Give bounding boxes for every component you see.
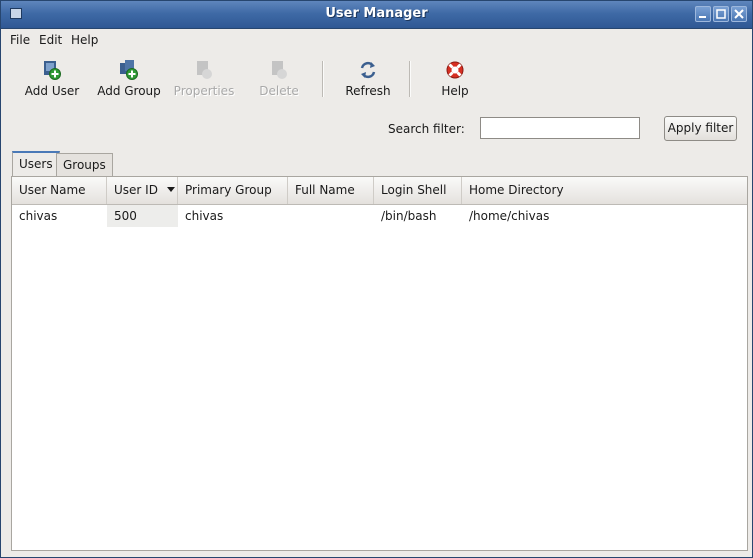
properties-label: Properties (173, 84, 235, 98)
toolbar: Add User Add Group Properties Delete Ref… (1, 53, 752, 103)
add-group-label: Add Group (97, 84, 161, 98)
table-row[interactable]: chivas 500 chivas /bin/bash /home/chivas (12, 205, 747, 227)
close-icon (734, 9, 744, 19)
user-manager-window: User Manager File Edit Help Add User Add… (0, 0, 753, 558)
apply-filter-button[interactable]: Apply filter (664, 116, 737, 141)
add-user-icon (44, 61, 61, 80)
help-button[interactable]: Help (429, 53, 481, 101)
delete-icon (272, 61, 287, 79)
properties-button[interactable]: Properties (171, 53, 237, 101)
menu-edit[interactable]: Edit (39, 33, 62, 47)
add-group-button[interactable]: Add Group (92, 53, 166, 101)
column-header-home-directory[interactable]: Home Directory (462, 177, 747, 204)
toolbar-separator (409, 61, 411, 97)
search-filter-input[interactable] (480, 117, 640, 139)
refresh-icon (360, 61, 376, 79)
toolbar-separator (322, 61, 324, 97)
column-header-full-name[interactable]: Full Name (288, 177, 374, 204)
add-user-label: Add User (24, 84, 80, 98)
maximize-button[interactable] (713, 6, 729, 22)
search-filter-label: Search filter: (388, 122, 465, 136)
menu-file[interactable]: File (10, 33, 30, 47)
cell-primary-group: chivas (185, 209, 224, 223)
cell-full-name (288, 205, 374, 227)
help-label: Help (441, 84, 469, 98)
cell-login-shell: /bin/bash (381, 209, 437, 223)
maximize-icon (716, 9, 726, 19)
sort-descending-icon (166, 187, 175, 192)
column-header-user-name[interactable]: User Name (12, 177, 107, 204)
column-header-primary-group[interactable]: Primary Group (178, 177, 288, 204)
tab-groups[interactable]: Groups (56, 153, 113, 177)
menu-bar: File Edit Help (1, 29, 752, 51)
help-lifebuoy-icon (446, 61, 464, 79)
refresh-label: Refresh (345, 84, 391, 98)
cell-home-directory: /home/chivas (469, 209, 550, 223)
properties-icon (197, 61, 212, 79)
column-header-user-id-label: User ID (114, 183, 158, 197)
minimize-button[interactable] (695, 6, 711, 22)
close-button[interactable] (731, 6, 747, 22)
title-bar[interactable]: User Manager (1, 1, 752, 29)
users-table: User Name User ID Primary Group Full Nam… (11, 176, 748, 551)
menu-help[interactable]: Help (71, 33, 98, 47)
tab-users[interactable]: Users (12, 151, 60, 177)
refresh-button[interactable]: Refresh (337, 53, 399, 101)
column-header-login-shell[interactable]: Login Shell (374, 177, 462, 204)
cell-user-name: chivas (19, 209, 58, 223)
cell-user-id: 500 (107, 205, 178, 227)
add-group-icon (120, 60, 138, 80)
table-header: User Name User ID Primary Group Full Nam… (12, 177, 747, 205)
delete-button[interactable]: Delete (251, 53, 307, 101)
window-title: User Manager (325, 6, 428, 21)
delete-label: Delete (259, 84, 299, 98)
add-user-button[interactable]: Add User (19, 53, 85, 101)
column-header-user-id[interactable]: User ID (107, 177, 178, 204)
minimize-icon (699, 16, 706, 18)
